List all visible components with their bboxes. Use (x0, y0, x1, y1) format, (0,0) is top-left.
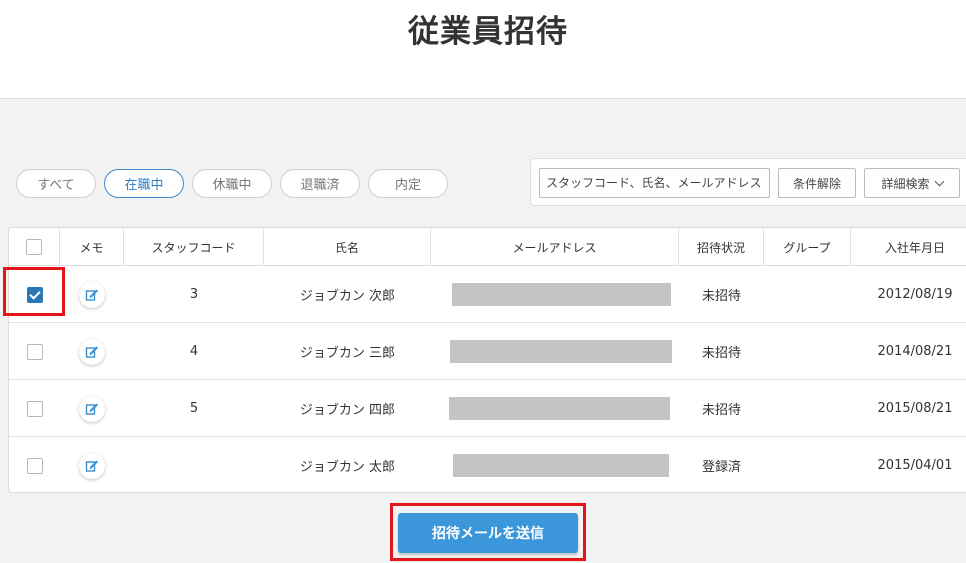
row-select-cell (9, 437, 60, 492)
name-cell: ジョブカン 三郎 (299, 346, 396, 361)
column-header-invite-status: 招待状況 (679, 228, 764, 266)
join-date-cell: 2015/08/21 (877, 401, 953, 416)
name-cell: ジョブカン 四郎 (299, 403, 396, 418)
memo-button[interactable] (79, 452, 105, 479)
memo-edit-icon (85, 460, 98, 472)
join-date-cell: 2015/04/01 (877, 458, 953, 473)
staff-code-cell: 3 (189, 287, 199, 302)
row-checkbox[interactable] (26, 457, 43, 474)
table-row: ジョブカン 太郎 登録済 2015/04/01 (9, 437, 966, 492)
email-redaction (448, 397, 670, 420)
email-redaction (452, 454, 669, 477)
memo-button[interactable] (79, 338, 105, 365)
table-row: 3 ジョブカン 次郎 未招待 2012/08/19 (9, 266, 966, 323)
select-all-checkbox[interactable] (26, 239, 42, 255)
column-header-group: グループ (764, 228, 851, 266)
memo-cell (60, 437, 124, 492)
clear-conditions-button[interactable]: 条件解除 (778, 168, 856, 198)
memo-edit-icon (85, 403, 98, 415)
clear-conditions-label: 条件解除 (792, 176, 841, 191)
column-header-memo: メモ (60, 228, 124, 266)
memo-cell (60, 323, 124, 380)
checkbox-highlight-box (3, 267, 65, 316)
status-filter-tabs: すべて 在職中 休職中 退職済 内定 (16, 169, 456, 198)
search-input[interactable] (539, 168, 770, 198)
email-redaction (449, 340, 672, 363)
group-cell (764, 323, 851, 380)
header-select-cell (9, 228, 60, 266)
table-header: メモ スタッフコード 氏名 メールアドレス 招待状況 グループ 入社年月日 (9, 228, 966, 266)
column-header-email: メールアドレス (431, 228, 679, 266)
row-checkbox[interactable] (26, 343, 43, 360)
join-date-cell: 2014/08/21 (877, 344, 953, 359)
page-header: 従業員招待 (0, 0, 966, 99)
invite-status-cell: 未招待 (701, 403, 741, 418)
filter-tab-employed[interactable]: 在職中 (104, 169, 184, 198)
email-redaction (451, 283, 671, 306)
advanced-search-button[interactable]: 詳細検索 (864, 168, 960, 198)
memo-cell (60, 266, 124, 323)
invite-status-cell: 未招待 (701, 289, 741, 304)
row-checkbox[interactable] (26, 400, 43, 417)
filter-tab-retired[interactable]: 退職済 (280, 169, 360, 198)
column-header-name: 氏名 (264, 228, 431, 266)
page-title: 従業員招待 (408, 14, 568, 50)
memo-edit-icon (85, 346, 98, 358)
join-date-cell: 2012/08/19 (877, 287, 953, 302)
memo-button[interactable] (79, 395, 105, 422)
table-row: 5 ジョブカン 四郎 未招待 2015/08/21 (9, 380, 966, 437)
column-header-join-date: 入社年月日 (884, 240, 945, 255)
filter-tab-on-leave[interactable]: 休職中 (192, 169, 272, 198)
email-cell (431, 323, 679, 380)
memo-cell (60, 380, 124, 437)
employee-table: メモ スタッフコード 氏名 メールアドレス 招待状況 グループ 入社年月日 3 … (8, 227, 966, 493)
send-invitation-button[interactable]: 招待メールを送信 (398, 513, 578, 553)
email-cell (431, 380, 679, 437)
group-cell (764, 380, 851, 437)
staff-code-cell: 5 (189, 401, 199, 416)
invite-status-cell: 登録済 (701, 460, 741, 475)
filter-tab-offer[interactable]: 内定 (368, 169, 448, 198)
email-cell (431, 266, 679, 323)
staff-code-cell: 4 (189, 344, 199, 359)
column-header-staff-code: スタッフコード (124, 228, 264, 266)
staff-code-cell (124, 437, 264, 492)
row-select-cell (9, 323, 60, 380)
group-cell (764, 437, 851, 492)
search-panel: 条件解除 詳細検索 (530, 158, 966, 206)
email-cell (431, 437, 679, 492)
name-cell: ジョブカン 太郎 (299, 460, 396, 475)
row-select-cell (9, 380, 60, 437)
name-cell: ジョブカン 次郎 (299, 289, 396, 304)
memo-button[interactable] (79, 281, 105, 308)
table-row: 4 ジョブカン 三郎 未招待 2014/08/21 (9, 323, 966, 380)
group-cell (764, 266, 851, 323)
invite-status-cell: 未招待 (701, 346, 741, 361)
chevron-down-icon (934, 176, 944, 186)
advanced-search-label: 詳細検索 (881, 176, 930, 191)
memo-edit-icon (85, 289, 98, 301)
filter-tab-all[interactable]: すべて (16, 169, 96, 198)
